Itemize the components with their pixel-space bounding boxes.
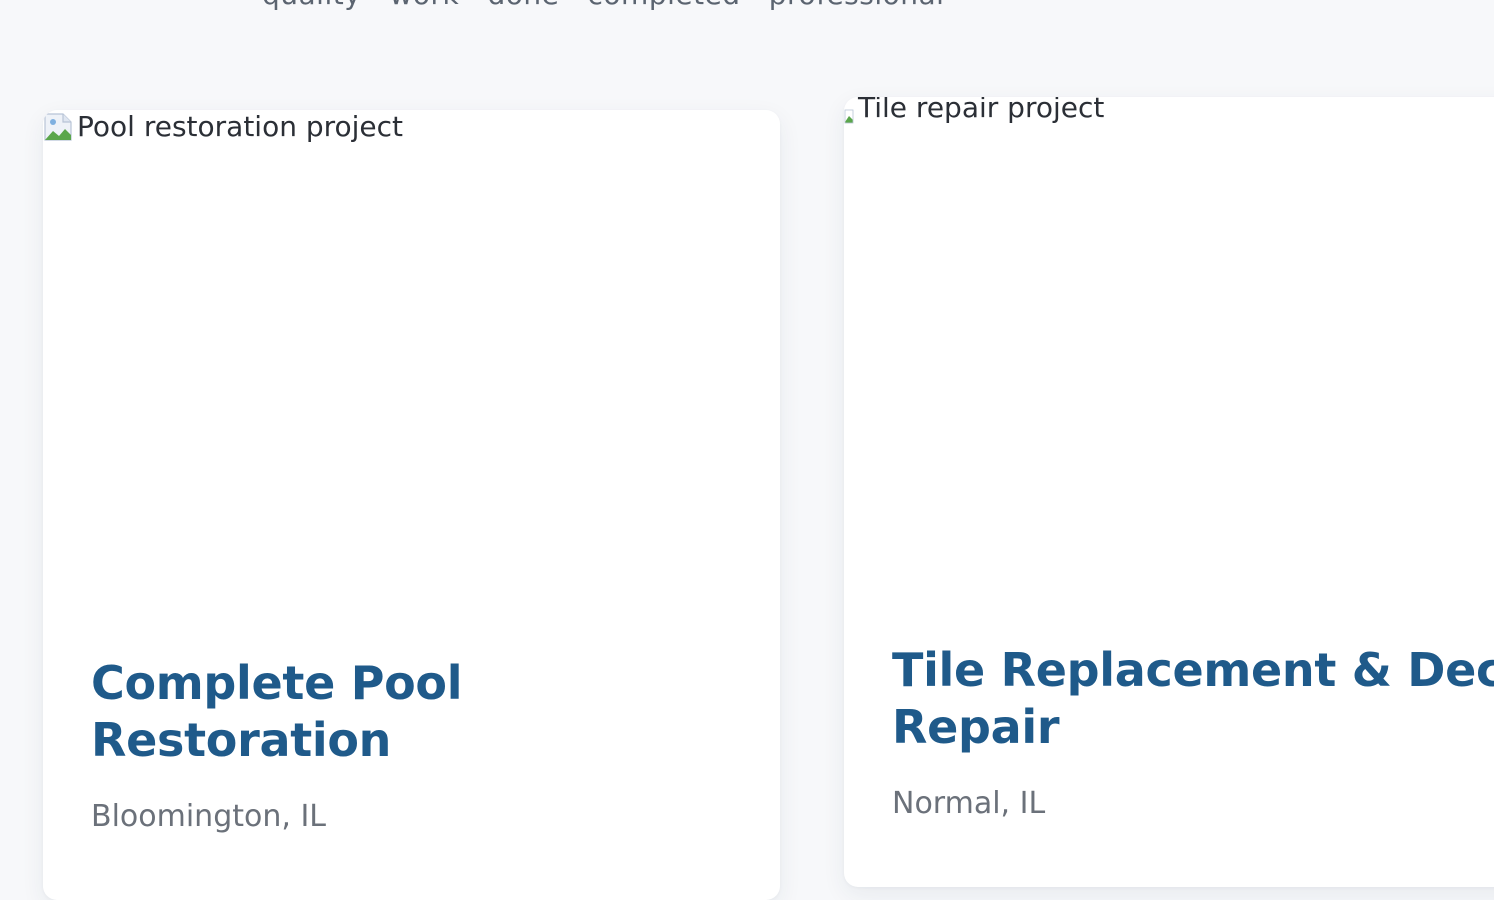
project-card-body: Tile Replacement & Deck Repair Normal, I… [892, 642, 1494, 821]
project-location: Normal, IL [892, 786, 1046, 821]
project-card[interactable]: Tile repair project Tile Replacement & D… [844, 97, 1494, 887]
broken-image-icon [844, 98, 854, 123]
project-image-alt-text: Tile repair project [858, 97, 1105, 124]
section-subtitle-cutoff: quality · work · done · completed · prof… [0, 0, 1494, 12]
project-image: Pool restoration project [43, 110, 780, 610]
section-subtitle-text: quality · work · done · completed · prof… [262, 0, 944, 11]
broken-image-icon [43, 112, 73, 142]
project-image-alt: Pool restoration project [43, 110, 403, 143]
project-card[interactable]: Pool restoration project Complete Pool R… [43, 110, 780, 900]
project-image: Tile repair project [844, 97, 1494, 597]
project-image-alt-text: Pool restoration project [77, 110, 404, 143]
project-title[interactable]: Tile Replacement & Deck Repair [892, 642, 1494, 756]
project-card-body: Complete Pool Restoration Bloomington, I… [91, 655, 611, 834]
project-title[interactable]: Complete Pool Restoration [91, 655, 611, 769]
project-location: Bloomington, IL [91, 799, 327, 834]
project-image-alt: Tile repair project [844, 97, 1104, 124]
